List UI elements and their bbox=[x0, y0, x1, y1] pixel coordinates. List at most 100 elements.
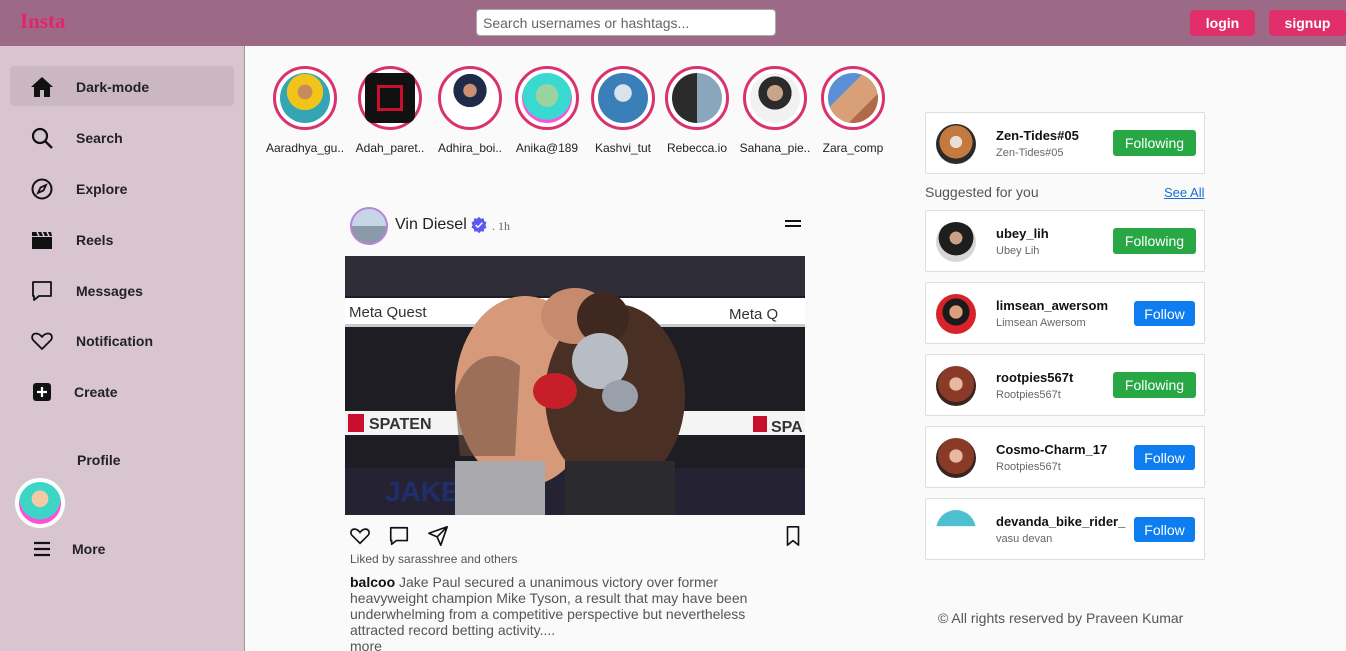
user-subtitle: Zen-Tides#05 bbox=[996, 147, 1064, 159]
story-avatar bbox=[598, 73, 648, 123]
menu-icon[interactable] bbox=[785, 220, 801, 232]
see-all-link[interactable]: See All bbox=[1164, 185, 1204, 200]
sidebar-item-search[interactable]: Search bbox=[10, 117, 234, 157]
post-image[interactable]: Meta Quest Meta Q SPATEN SPA JAKE vs M bbox=[345, 256, 805, 515]
user-subtitle: Limsean Awersom bbox=[996, 317, 1086, 329]
compass-icon bbox=[31, 178, 53, 200]
user-subtitle: Ubey Lih bbox=[996, 245, 1040, 257]
clapperboard-icon bbox=[32, 231, 52, 249]
username[interactable]: ubey_lih bbox=[996, 226, 1049, 241]
story-avatar bbox=[828, 73, 878, 123]
user-subtitle: Rootpies567t bbox=[996, 461, 1061, 473]
arena-ad-text: SPATEN bbox=[369, 416, 432, 433]
arena-ad-text: Meta Q bbox=[729, 306, 778, 323]
follow-button[interactable]: Follow bbox=[1134, 445, 1195, 470]
username[interactable]: Cosmo-Charm_17 bbox=[996, 442, 1107, 457]
story-ring bbox=[515, 66, 579, 130]
search-icon bbox=[31, 127, 53, 149]
sidebar-item-label: Messages bbox=[76, 283, 143, 299]
sidebar-item-label: Profile bbox=[77, 452, 121, 468]
suggested-title: Suggested for you bbox=[925, 184, 1039, 200]
home-icon bbox=[31, 77, 53, 97]
sidebar-item-notification[interactable]: Notification bbox=[10, 320, 234, 360]
story-avatar bbox=[445, 73, 495, 123]
sidebar-item-label: Dark-mode bbox=[76, 79, 150, 95]
sidebar-item-label: Reels bbox=[76, 232, 114, 248]
likes-text: Liked by sarasshree and others bbox=[350, 552, 518, 566]
more-link[interactable]: more bbox=[350, 638, 382, 651]
top-bar: Insta login signup bbox=[0, 0, 1346, 46]
username[interactable]: rootpies567t bbox=[996, 370, 1073, 385]
verified-badge-icon bbox=[471, 216, 487, 234]
sidebar-item-reels[interactable]: Reels bbox=[10, 219, 234, 259]
suggestion-card: devanda_bike_rider_ vasu devan Follow bbox=[925, 498, 1205, 560]
arena-ad-text: SPA bbox=[771, 419, 803, 436]
sidebar-item-explore[interactable]: Explore bbox=[10, 168, 234, 208]
follow-button[interactable]: Follow bbox=[1134, 517, 1195, 542]
story-ring bbox=[591, 66, 655, 130]
avatar[interactable] bbox=[936, 366, 976, 406]
following-button[interactable]: Following bbox=[1113, 130, 1196, 156]
footer-text: © All rights reserved by Praveen Kumar bbox=[938, 610, 1184, 626]
following-button[interactable]: Following bbox=[1113, 228, 1196, 254]
avatar[interactable] bbox=[936, 510, 976, 550]
story-avatar bbox=[280, 73, 330, 123]
signup-button[interactable]: signup bbox=[1269, 10, 1346, 36]
username[interactable]: limsean_awersom bbox=[996, 298, 1108, 313]
post-photo: Meta Quest Meta Q SPATEN SPA JAKE vs M bbox=[345, 256, 805, 515]
post-time: . 1h bbox=[492, 219, 510, 233]
post-caption: balcoo Jake Paul secured a unanimous vic… bbox=[350, 574, 770, 638]
avatar[interactable] bbox=[936, 438, 976, 478]
avatar[interactable] bbox=[15, 478, 65, 528]
sidebar-item-label: Create bbox=[74, 384, 118, 400]
login-button[interactable]: login bbox=[1190, 10, 1255, 36]
follow-button[interactable]: Follow bbox=[1134, 301, 1195, 326]
story-avatar bbox=[522, 73, 572, 123]
username[interactable]: Zen-Tides#05 bbox=[996, 128, 1079, 143]
heart-icon bbox=[31, 332, 53, 350]
story-name: Zara_comp bbox=[822, 141, 884, 155]
user-subtitle: vasu devan bbox=[996, 533, 1053, 545]
arena-ad-text: Meta Quest bbox=[349, 304, 427, 321]
avatar[interactable] bbox=[936, 124, 976, 164]
story-ring bbox=[438, 66, 502, 130]
suggestion-card: Cosmo-Charm_17 Rootpies567t Follow bbox=[925, 426, 1205, 488]
comment-icon[interactable] bbox=[388, 525, 410, 547]
menu-icon bbox=[34, 541, 50, 557]
suggestion-card: rootpies567t Rootpies567t Following bbox=[925, 354, 1205, 416]
story-ring bbox=[743, 66, 807, 130]
sidebar-item-messages[interactable]: Messages bbox=[10, 270, 234, 310]
following-button[interactable]: Following bbox=[1113, 372, 1196, 398]
story-ring bbox=[358, 66, 422, 130]
user-subtitle: Rootpies567t bbox=[996, 389, 1061, 401]
avatar[interactable] bbox=[936, 222, 976, 262]
sidebar-item-label: Explore bbox=[76, 181, 128, 197]
share-icon[interactable] bbox=[427, 525, 449, 547]
suggestion-card: ubey_lih Ubey Lih Following bbox=[925, 210, 1205, 272]
post-avatar[interactable] bbox=[350, 207, 388, 245]
story-avatar bbox=[750, 73, 800, 123]
sidebar-item-more[interactable]: More bbox=[10, 528, 234, 568]
sidebar-item-label: Notification bbox=[76, 333, 153, 349]
post-username[interactable]: Vin Diesel bbox=[395, 216, 467, 234]
sidebar-item-dark-mode[interactable]: Dark-mode bbox=[10, 66, 234, 106]
caption-username[interactable]: balcoo bbox=[350, 574, 395, 590]
story-ring bbox=[273, 66, 337, 130]
sidebar-item-label: Search bbox=[76, 130, 123, 146]
sidebar-item-profile[interactable]: Profile bbox=[10, 439, 234, 479]
sidebar-item-label: More bbox=[72, 541, 106, 557]
current-user-card: Zen-Tides#05 Zen-Tides#05 Following bbox=[925, 112, 1205, 174]
plus-square-icon bbox=[33, 383, 51, 401]
avatar[interactable] bbox=[936, 294, 976, 334]
search-input[interactable] bbox=[476, 9, 776, 36]
suggestion-card: limsean_awersom Limsean Awersom Follow bbox=[925, 282, 1205, 344]
message-icon bbox=[32, 281, 52, 301]
brand-logo[interactable]: Insta bbox=[20, 9, 66, 34]
bookmark-icon[interactable] bbox=[782, 525, 804, 547]
caption-text: Jake Paul secured a unanimous victory ov… bbox=[350, 574, 748, 638]
story-avatar bbox=[672, 73, 722, 123]
story-ring bbox=[821, 66, 885, 130]
username[interactable]: devanda_bike_rider_ bbox=[996, 514, 1125, 529]
sidebar-item-create[interactable]: Create bbox=[10, 371, 234, 411]
like-heart-icon[interactable] bbox=[349, 525, 371, 547]
